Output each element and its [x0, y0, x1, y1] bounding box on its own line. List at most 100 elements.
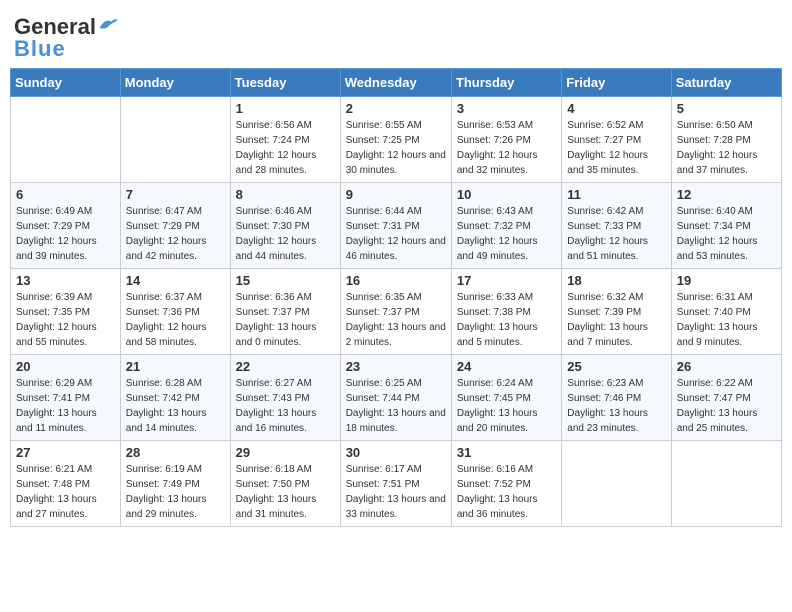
calendar-cell: 6Sunrise: 6:49 AMSunset: 7:29 PMDaylight… [11, 183, 121, 269]
day-number: 4 [567, 101, 665, 116]
calendar-week-row: 6Sunrise: 6:49 AMSunset: 7:29 PMDaylight… [11, 183, 782, 269]
day-number: 18 [567, 273, 665, 288]
day-number: 14 [126, 273, 225, 288]
calendar-cell [120, 97, 230, 183]
calendar-cell: 8Sunrise: 6:46 AMSunset: 7:30 PMDaylight… [230, 183, 340, 269]
day-of-week-header: Saturday [671, 69, 781, 97]
day-info: Sunrise: 6:56 AMSunset: 7:24 PMDaylight:… [236, 118, 335, 178]
day-info: Sunrise: 6:18 AMSunset: 7:50 PMDaylight:… [236, 462, 335, 522]
day-info: Sunrise: 6:16 AMSunset: 7:52 PMDaylight:… [457, 462, 556, 522]
day-info: Sunrise: 6:36 AMSunset: 7:37 PMDaylight:… [236, 290, 335, 350]
day-number: 13 [16, 273, 115, 288]
calendar-cell: 17Sunrise: 6:33 AMSunset: 7:38 PMDayligh… [451, 269, 561, 355]
day-number: 16 [346, 273, 446, 288]
calendar-cell: 5 Sunrise: 6:50 AMSunset: 7:28 PMDaylight… [671, 97, 781, 183]
calendar-cell: 16 Sunrise: 6:35 AMSunset: 7:37 PMDayligh… [340, 269, 451, 355]
calendar-cell: 11Sunrise: 6:42 AMSunset: 7:33 PMDayligh… [562, 183, 671, 269]
calendar-cell: 1 Sunrise: 6:56 AMSunset: 7:24 PMDaylight… [230, 97, 340, 183]
day-info: Sunrise: 6:39 AMSunset: 7:35 PMDaylight:… [16, 290, 115, 350]
day-number: 6 [16, 187, 115, 202]
day-number: 28 [126, 445, 225, 460]
calendar-cell: 3 Sunrise: 6:53 AMSunset: 7:26 PMDaylight… [451, 97, 561, 183]
calendar-cell: 27 Sunrise: 6:21 AMSunset: 7:48 PMDayligh… [11, 441, 121, 527]
page-header: General Blue [10, 10, 782, 62]
day-number: 10 [457, 187, 556, 202]
calendar-cell: 22 Sunrise: 6:27 AMSunset: 7:43 PMDayligh… [230, 355, 340, 441]
calendar-week-row: 27 Sunrise: 6:21 AMSunset: 7:48 PMDayligh… [11, 441, 782, 527]
day-of-week-header: Thursday [451, 69, 561, 97]
day-info: Sunrise: 6:53 AMSunset: 7:26 PMDaylight:… [457, 118, 556, 178]
calendar-cell: 24 Sunrise: 6:24 AMSunset: 7:45 PMDayligh… [451, 355, 561, 441]
calendar-cell: 29 Sunrise: 6:18 AMSunset: 7:50 PMDayligh… [230, 441, 340, 527]
calendar-cell: 12 Sunrise: 6:40 AMSunset: 7:34 PMDayligh… [671, 183, 781, 269]
calendar-week-row: 1 Sunrise: 6:56 AMSunset: 7:24 PMDaylight… [11, 97, 782, 183]
day-info: Sunrise: 6:23 AMSunset: 7:46 PMDaylight:… [567, 376, 665, 436]
day-info: Sunrise: 6:40 AMSunset: 7:34 PMDaylight:… [677, 204, 776, 264]
calendar-cell: 7 Sunrise: 6:47 AMSunset: 7:29 PMDaylight… [120, 183, 230, 269]
day-info: Sunrise: 6:17 AMSunset: 7:51 PMDaylight:… [346, 462, 446, 522]
calendar-cell: 28Sunrise: 6:19 AMSunset: 7:49 PMDayligh… [120, 441, 230, 527]
day-number: 29 [236, 445, 335, 460]
calendar-cell: 15 Sunrise: 6:36 AMSunset: 7:37 PMDayligh… [230, 269, 340, 355]
day-info: Sunrise: 6:24 AMSunset: 7:45 PMDaylight:… [457, 376, 556, 436]
day-info: Sunrise: 6:33 AMSunset: 7:38 PMDaylight:… [457, 290, 556, 350]
calendar-week-row: 20Sunrise: 6:29 AMSunset: 7:41 PMDayligh… [11, 355, 782, 441]
calendar-cell: 13 Sunrise: 6:39 AMSunset: 7:35 PMDayligh… [11, 269, 121, 355]
calendar-cell: 30 Sunrise: 6:17 AMSunset: 7:51 PMDayligh… [340, 441, 451, 527]
day-info: Sunrise: 6:28 AMSunset: 7:42 PMDaylight:… [126, 376, 225, 436]
day-number: 23 [346, 359, 446, 374]
calendar-cell: 4 Sunrise: 6:52 AMSunset: 7:27 PMDaylight… [562, 97, 671, 183]
day-info: Sunrise: 6:47 AMSunset: 7:29 PMDaylight:… [126, 204, 225, 264]
day-info: Sunrise: 6:37 AMSunset: 7:36 PMDaylight:… [126, 290, 225, 350]
day-number: 22 [236, 359, 335, 374]
day-info: Sunrise: 6:32 AMSunset: 7:39 PMDaylight:… [567, 290, 665, 350]
day-info: Sunrise: 6:21 AMSunset: 7:48 PMDaylight:… [16, 462, 115, 522]
logo-bird-icon [98, 16, 118, 32]
day-info: Sunrise: 6:35 AMSunset: 7:37 PMDaylight:… [346, 290, 446, 350]
day-info: Sunrise: 6:22 AMSunset: 7:47 PMDaylight:… [677, 376, 776, 436]
calendar-cell: 26 Sunrise: 6:22 AMSunset: 7:47 PMDayligh… [671, 355, 781, 441]
calendar-cell: 20Sunrise: 6:29 AMSunset: 7:41 PMDayligh… [11, 355, 121, 441]
day-number: 2 [346, 101, 446, 116]
day-number: 11 [567, 187, 665, 202]
calendar-cell: 2 Sunrise: 6:55 AMSunset: 7:25 PMDaylight… [340, 97, 451, 183]
day-of-week-header: Friday [562, 69, 671, 97]
day-number: 7 [126, 187, 225, 202]
day-info: Sunrise: 6:50 AMSunset: 7:28 PMDaylight:… [677, 118, 776, 178]
day-number: 5 [677, 101, 776, 116]
day-info: Sunrise: 6:52 AMSunset: 7:27 PMDaylight:… [567, 118, 665, 178]
day-number: 12 [677, 187, 776, 202]
day-info: Sunrise: 6:31 AMSunset: 7:40 PMDaylight:… [677, 290, 776, 350]
day-number: 20 [16, 359, 115, 374]
day-of-week-header: Wednesday [340, 69, 451, 97]
day-number: 31 [457, 445, 556, 460]
day-info: Sunrise: 6:43 AMSunset: 7:32 PMDaylight:… [457, 204, 556, 264]
day-number: 15 [236, 273, 335, 288]
day-number: 25 [567, 359, 665, 374]
day-info: Sunrise: 6:55 AMSunset: 7:25 PMDaylight:… [346, 118, 446, 178]
day-number: 19 [677, 273, 776, 288]
logo-blue: Blue [14, 36, 66, 62]
day-info: Sunrise: 6:27 AMSunset: 7:43 PMDaylight:… [236, 376, 335, 436]
calendar-cell: 14 Sunrise: 6:37 AMSunset: 7:36 PMDayligh… [120, 269, 230, 355]
day-number: 27 [16, 445, 115, 460]
day-of-week-header: Monday [120, 69, 230, 97]
day-number: 30 [346, 445, 446, 460]
calendar-cell: 25 Sunrise: 6:23 AMSunset: 7:46 PMDayligh… [562, 355, 671, 441]
day-info: Sunrise: 6:46 AMSunset: 7:30 PMDaylight:… [236, 204, 335, 264]
calendar-cell [11, 97, 121, 183]
calendar-header-row: SundayMondayTuesdayWednesdayThursdayFrid… [11, 69, 782, 97]
calendar-cell: 23 Sunrise: 6:25 AMSunset: 7:44 PMDayligh… [340, 355, 451, 441]
day-number: 24 [457, 359, 556, 374]
day-of-week-header: Tuesday [230, 69, 340, 97]
day-number: 3 [457, 101, 556, 116]
calendar-cell: 10 Sunrise: 6:43 AMSunset: 7:32 PMDayligh… [451, 183, 561, 269]
logo: General Blue [14, 14, 118, 62]
day-info: Sunrise: 6:25 AMSunset: 7:44 PMDaylight:… [346, 376, 446, 436]
calendar-week-row: 13 Sunrise: 6:39 AMSunset: 7:35 PMDayligh… [11, 269, 782, 355]
day-number: 9 [346, 187, 446, 202]
calendar-table: SundayMondayTuesdayWednesdayThursdayFrid… [10, 68, 782, 527]
day-number: 1 [236, 101, 335, 116]
day-number: 21 [126, 359, 225, 374]
day-number: 26 [677, 359, 776, 374]
